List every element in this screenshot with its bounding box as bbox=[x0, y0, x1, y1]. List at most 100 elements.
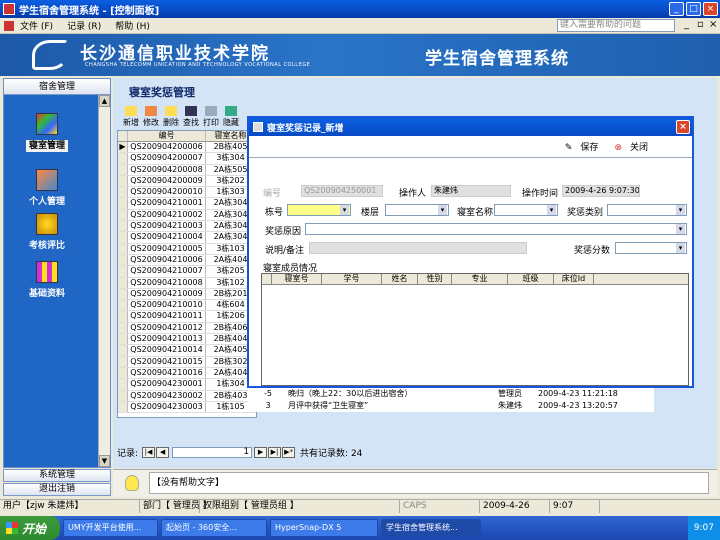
sidebar-item-dorm[interactable]: 寝室管理 bbox=[12, 113, 82, 152]
col-name[interactable]: 姓名 bbox=[382, 274, 418, 284]
menu-file[interactable]: 文件 (F) bbox=[20, 19, 53, 32]
logout-button[interactable]: 退出注销 bbox=[3, 483, 111, 496]
room-select[interactable] bbox=[494, 204, 558, 216]
doc-restore-button[interactable]: ▫ bbox=[697, 19, 704, 30]
table-row[interactable]: QS200904230002 2B栋403 bbox=[118, 390, 256, 402]
task-dorm-system[interactable]: 学生宿舍管理系统... bbox=[381, 519, 481, 537]
doc-minimize-button[interactable]: _ bbox=[684, 19, 689, 30]
row-selector[interactable] bbox=[118, 209, 128, 221]
system-admin-button[interactable]: 系统管理 bbox=[3, 469, 111, 482]
minimize-button[interactable]: _ bbox=[669, 2, 684, 16]
menu-record[interactable]: 记录 (R) bbox=[67, 19, 101, 32]
sidebar-scrollbar[interactable]: ▲ ▼ bbox=[98, 95, 110, 467]
row-selector[interactable] bbox=[118, 187, 128, 198]
table-row[interactable]: QS200904200009 3栋202 bbox=[118, 175, 256, 188]
col-id[interactable]: 编号 bbox=[128, 131, 206, 141]
maximize-button[interactable]: □ bbox=[686, 2, 701, 16]
table-row[interactable]: QS200904210002 2A栋304 bbox=[118, 209, 256, 222]
next-record-button[interactable]: ▶ bbox=[254, 447, 268, 458]
table-row[interactable]: QS200904200007 3栋304 bbox=[118, 153, 256, 165]
first-record-button[interactable]: |◀ bbox=[142, 447, 156, 458]
row-selector[interactable] bbox=[118, 401, 128, 413]
table-row[interactable]: QS200904210015 2B栋302 bbox=[118, 356, 256, 368]
save-button[interactable]: ✎ 保存 bbox=[565, 140, 599, 153]
sidebar-item-base-data[interactable]: 基础资料 bbox=[12, 261, 82, 299]
table-row[interactable]: QS200904210013 2B栋404 bbox=[118, 334, 256, 346]
sidebar-header[interactable]: 宿舍管理 bbox=[4, 79, 110, 95]
row-selector[interactable] bbox=[118, 266, 128, 277]
row-selector[interactable] bbox=[118, 345, 128, 356]
row-selector[interactable] bbox=[118, 367, 128, 379]
delete-button[interactable]: 删除 bbox=[161, 106, 181, 128]
table-row[interactable]: QS200904210003 2A栋304 bbox=[118, 221, 256, 233]
add-button[interactable]: 新增 bbox=[121, 106, 141, 128]
table-row[interactable]: QS200904210008 3栋102 bbox=[118, 277, 256, 289]
sidebar-item-assessment[interactable]: 考核评比 bbox=[12, 213, 82, 251]
table-row[interactable]: QS200904210007 3栋205 bbox=[118, 266, 256, 278]
table-row[interactable]: ▶ QS200904200006 2B栋405 bbox=[118, 142, 256, 154]
last-record-button[interactable]: ▶| bbox=[268, 447, 282, 458]
row-selector[interactable] bbox=[118, 356, 128, 367]
print-button[interactable]: 打印 bbox=[201, 106, 221, 128]
row-selector[interactable] bbox=[118, 153, 128, 164]
building-select[interactable] bbox=[287, 204, 351, 216]
table-row[interactable]: QS200904210009 2B栋201 bbox=[118, 288, 256, 301]
close-button[interactable]: × bbox=[703, 2, 718, 16]
row-selector[interactable] bbox=[118, 221, 128, 232]
table-row[interactable]: -5 晚归（晚上22：30以后进出宿舍） 管理员 2009-4-23 11:21… bbox=[248, 388, 654, 400]
record-number-input[interactable]: 1 bbox=[172, 447, 253, 458]
col-room-no[interactable]: 寝室号 bbox=[272, 274, 322, 284]
table-row[interactable]: QS200904200008 2A栋505 bbox=[118, 164, 256, 176]
task-hypersnap[interactable]: HyperSnap-DX 5 bbox=[270, 519, 378, 537]
prev-record-button[interactable]: ◀ bbox=[156, 447, 170, 458]
menu-help[interactable]: 帮助 (H) bbox=[115, 19, 150, 32]
table-row[interactable]: QS200904210014 2A栋405 bbox=[118, 345, 256, 357]
row-selector[interactable] bbox=[118, 232, 128, 243]
dialog-close-icon[interactable]: × bbox=[676, 120, 690, 134]
members-table[interactable]: 寝室号 学号 姓名 性别 专业 班级 床位Id bbox=[261, 273, 689, 386]
table-row[interactable]: QS200904210016 2A栋404 bbox=[118, 367, 256, 380]
row-selector[interactable] bbox=[118, 379, 128, 390]
col-gender[interactable]: 性别 bbox=[418, 274, 452, 284]
table-row[interactable]: QS200904210012 2B栋406 bbox=[118, 322, 256, 335]
table-row[interactable]: QS200904210005 3栋103 bbox=[118, 243, 256, 255]
row-selector[interactable] bbox=[118, 322, 128, 334]
category-select[interactable] bbox=[607, 204, 687, 216]
scroll-up-icon[interactable]: ▲ bbox=[99, 95, 110, 107]
row-selector[interactable] bbox=[118, 390, 128, 401]
tray-clock[interactable]: 9:07 bbox=[694, 523, 714, 533]
help-search-input[interactable]: 键入需要帮助的问题 bbox=[557, 19, 675, 32]
records-grid[interactable]: 编号 寝室名称 ▶ QS200904200006 2B栋405 QS200904200… bbox=[117, 130, 257, 418]
score-select[interactable] bbox=[615, 242, 687, 254]
col-class[interactable]: 班级 bbox=[508, 274, 554, 284]
row-selector[interactable] bbox=[118, 198, 128, 209]
row-selector[interactable] bbox=[118, 175, 128, 187]
floor-select[interactable] bbox=[385, 204, 449, 216]
start-button[interactable]: 开始 bbox=[0, 516, 60, 540]
task-umy[interactable]: UMY开发平台使用... bbox=[63, 519, 158, 537]
task-360[interactable]: 起始页 - 360安全... bbox=[161, 519, 267, 537]
new-record-button[interactable]: ▶* bbox=[282, 447, 296, 458]
table-row[interactable]: QS200904210006 2A栋404 bbox=[118, 254, 256, 267]
row-selector[interactable] bbox=[118, 300, 128, 311]
table-row[interactable]: QS200904210010 4栋604 bbox=[118, 300, 256, 312]
row-selector[interactable] bbox=[118, 334, 128, 345]
row-selector[interactable] bbox=[118, 243, 128, 254]
close-button[interactable]: ⊗ 关闭 bbox=[606, 140, 648, 153]
table-row[interactable]: QS200904210011 1栋206 bbox=[118, 311, 256, 323]
row-selector[interactable] bbox=[118, 164, 128, 175]
row-selector[interactable] bbox=[118, 277, 128, 288]
row-selector[interactable] bbox=[118, 254, 128, 266]
scroll-down-icon[interactable]: ▼ bbox=[99, 455, 110, 467]
remark-field[interactable] bbox=[309, 242, 527, 254]
table-row[interactable]: QS200904210004 2A栋304 bbox=[118, 232, 256, 244]
find-button[interactable]: 查找 bbox=[181, 106, 201, 128]
col-major[interactable]: 专业 bbox=[452, 274, 508, 284]
table-row[interactable]: QS200904200010 1栋303 bbox=[118, 187, 256, 199]
current-row-indicator-icon[interactable]: ▶ bbox=[118, 142, 128, 153]
row-selector[interactable] bbox=[118, 311, 128, 322]
row-selector[interactable] bbox=[118, 288, 128, 300]
table-row[interactable]: 3 月评中获得“卫生寝室” 朱建炜 2009-4-23 13:20:57 bbox=[248, 400, 654, 412]
table-row[interactable]: QS200904230001 1栋304 bbox=[118, 379, 256, 391]
doc-close-button[interactable]: × bbox=[709, 19, 717, 30]
